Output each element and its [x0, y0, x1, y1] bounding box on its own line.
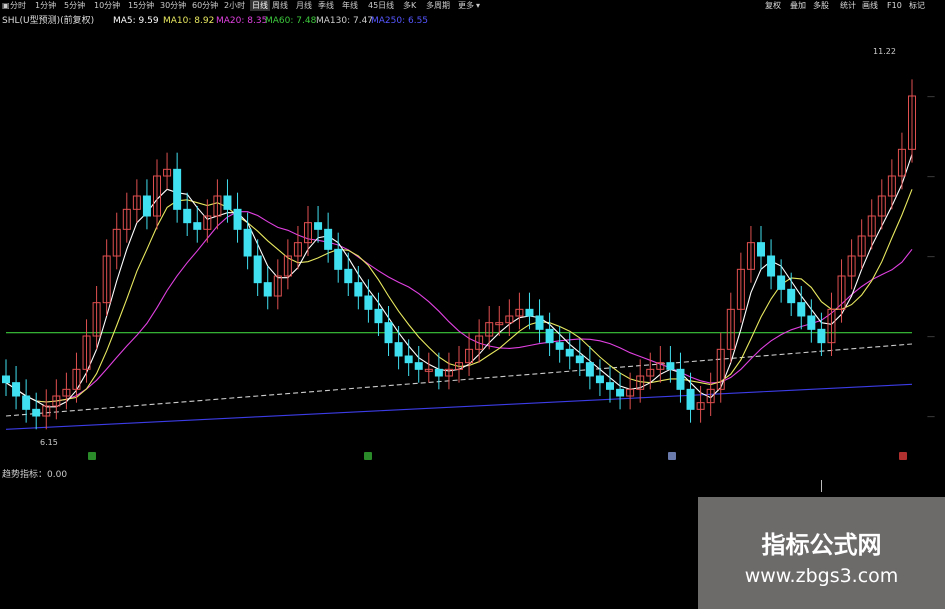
low-price-label: 6.15 — [40, 438, 58, 447]
tool-button-2[interactable]: 多股 — [813, 0, 829, 11]
price-tick-1: — — [927, 172, 935, 181]
candle-body — [404, 355, 413, 364]
period-tab-5[interactable]: 30分钟 — [160, 0, 186, 11]
candle-body — [324, 228, 333, 250]
period-toolbar: ▣ 分时 1分钟 5分钟 10分钟 15分钟 30分钟 60分钟 2小时 日线 周线 月线 季线 年线 45… — [0, 0, 945, 11]
ma20-value: MA20: 8.35 — [216, 16, 268, 26]
candle-body — [545, 328, 554, 344]
period-tab-10[interactable]: 月线 — [296, 0, 312, 11]
ma60-value: MA60: 7.48 — [265, 16, 317, 26]
price-tick-4: — — [927, 412, 935, 421]
candle-body — [243, 228, 252, 257]
signal-badge-1[interactable] — [364, 452, 372, 460]
candle-body — [32, 408, 41, 417]
candle-body — [414, 362, 423, 370]
candle-body — [535, 315, 544, 330]
sub-indicator-label: 趋势指标：0.00 — [2, 470, 68, 480]
period-tab-4[interactable]: 15分钟 — [128, 0, 154, 11]
candle-body — [666, 362, 675, 370]
candle-body — [253, 255, 262, 284]
candle-body — [555, 342, 564, 350]
candle-body — [374, 308, 383, 324]
candle-body — [817, 328, 826, 344]
candle-body — [263, 282, 272, 297]
candle-body — [183, 208, 192, 224]
candle-body — [797, 302, 806, 317]
candle-body — [193, 222, 202, 230]
price-tick-3: — — [927, 332, 935, 341]
candle-body — [757, 242, 765, 257]
indicator-name[interactable]: SHL(U型预测)(前复权) — [2, 14, 94, 28]
period-tab-3[interactable]: 10分钟 — [94, 0, 120, 11]
tool-button-4[interactable]: 画线 — [862, 0, 878, 11]
candle-body — [807, 315, 816, 330]
candle-body — [223, 195, 232, 210]
tool-button-5[interactable]: F10 — [887, 0, 902, 11]
candle-body — [22, 395, 31, 410]
crosshair-marker — [821, 480, 822, 492]
period-tab-6[interactable]: 60分钟 — [192, 0, 218, 11]
candle-body — [787, 288, 796, 304]
period-tab-15[interactable]: 多周期 — [426, 0, 450, 11]
period-tab-8[interactable]: 日线 — [250, 0, 270, 11]
period-tab-13[interactable]: 45日线 — [368, 0, 394, 11]
candle-body — [233, 208, 242, 230]
candle-body — [777, 275, 786, 290]
signal-badge-2[interactable] — [668, 452, 676, 460]
candle-body — [314, 222, 323, 230]
period-tab-7[interactable]: 2小时 — [224, 0, 245, 11]
candle-body — [142, 195, 151, 217]
candle-body — [676, 368, 685, 390]
price-tick-2: — — [927, 252, 935, 261]
candlestick-chart[interactable] — [0, 28, 921, 464]
signal-badge-3[interactable] — [899, 452, 907, 460]
price-scale: — — — — — — [921, 12, 945, 452]
candle-body — [434, 368, 443, 377]
candle-body — [767, 255, 776, 277]
tool-button-3[interactable]: 统计 — [840, 0, 856, 11]
candle-body — [344, 268, 353, 284]
tool-button-6[interactable]: 标记 — [909, 0, 925, 11]
signal-badge-0[interactable] — [88, 452, 96, 460]
candle-body — [585, 362, 594, 377]
candle-body — [384, 322, 393, 344]
candle-body — [12, 382, 21, 397]
watermark: 指标公式网 www.zbgs3.com — [698, 497, 945, 609]
ma5-value: MA5: 9.59 — [113, 16, 159, 26]
candle-body — [606, 382, 614, 390]
candle-body — [334, 248, 343, 270]
more-arrow-icon[interactable]: ▾ — [476, 0, 480, 11]
candle-body — [364, 295, 373, 310]
ma250-value: MA250: 6.55 — [371, 16, 429, 26]
high-price-label: 11.22 — [873, 47, 896, 56]
candle-body — [525, 308, 534, 317]
period-tab-11[interactable]: 季线 — [318, 0, 334, 11]
candle-body — [616, 388, 625, 397]
close-icon[interactable]: ▣ — [2, 0, 10, 11]
watermark-url: www.zbgs3.com — [744, 565, 899, 587]
period-tab-0[interactable]: 分时 — [10, 0, 26, 11]
tool-button-0[interactable]: 复权 — [765, 0, 781, 11]
candle-body — [595, 375, 604, 384]
period-tab-14[interactable]: 多K — [403, 0, 416, 11]
candle-body — [686, 388, 695, 410]
ma10-value: MA10: 8.92 — [163, 16, 215, 26]
candle-body — [394, 342, 403, 357]
candle-body — [173, 168, 182, 210]
candle-body — [354, 282, 363, 297]
period-tab-2[interactable]: 5分钟 — [64, 0, 85, 11]
period-tab-9[interactable]: 周线 — [272, 0, 288, 11]
period-tab-12[interactable]: 年线 — [342, 0, 358, 11]
price-tick-0: — — [927, 92, 935, 101]
candle-body — [565, 348, 574, 357]
ma250-line — [5, 383, 913, 430]
candle-body — [2, 375, 10, 384]
tool-button-1[interactable]: 叠加 — [790, 0, 806, 11]
candle-body — [575, 355, 584, 364]
period-tab-1[interactable]: 1分钟 — [35, 0, 56, 11]
period-tab-16[interactable]: 更多 — [458, 0, 474, 11]
watermark-title: 指标公式网 — [761, 531, 882, 559]
ma130-value: MA130: 7.47 — [316, 16, 374, 26]
